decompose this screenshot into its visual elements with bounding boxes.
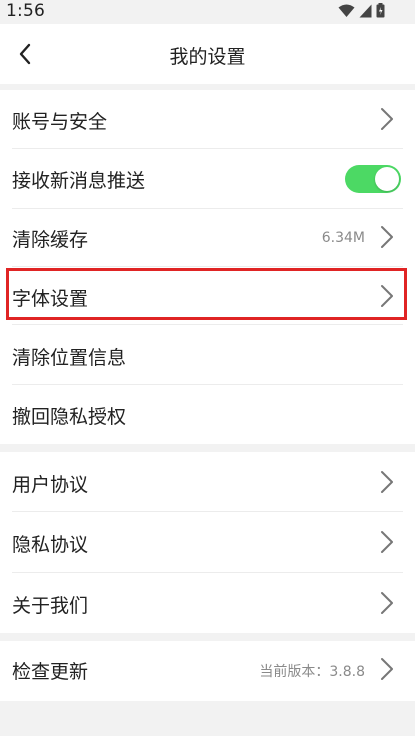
about-us-row[interactable]: 关于我们 bbox=[0, 573, 415, 633]
settings-group-update: 检查更新 当前版本：3.8.8 bbox=[0, 641, 415, 701]
check-update-row[interactable]: 检查更新 当前版本：3.8.8 bbox=[0, 641, 415, 701]
font-settings-row[interactable]: 字体设置 bbox=[0, 267, 415, 325]
chevron-right-icon bbox=[381, 285, 393, 307]
revoke-privacy-row[interactable]: 撤回隐私授权 bbox=[0, 385, 415, 444]
cache-size-value: 6.34M bbox=[321, 230, 365, 246]
row-label: 撤回隐私授权 bbox=[12, 406, 127, 428]
clear-location-row[interactable]: 清除位置信息 bbox=[0, 325, 415, 385]
privacy-agreement-row[interactable]: 隐私协议 bbox=[0, 512, 415, 573]
page-title: 我的设置 bbox=[169, 46, 246, 68]
row-label: 清除位置信息 bbox=[12, 347, 127, 369]
push-notification-toggle[interactable] bbox=[345, 165, 401, 193]
settings-group-legal: 用户协议 隐私协议 关于我们 bbox=[0, 452, 415, 633]
chevron-right-icon bbox=[381, 658, 393, 680]
push-notification-row: 接收新消息推送 bbox=[0, 149, 415, 209]
wifi-icon bbox=[338, 3, 355, 22]
row-label: 接收新消息推送 bbox=[12, 170, 146, 192]
settings-group-main: 账号与安全 接收新消息推送 清除缓存 6.34M 字体设置 清除位置信息 撤回隐… bbox=[0, 90, 415, 444]
clear-cache-row[interactable]: 清除缓存 6.34M bbox=[0, 209, 415, 267]
battery-icon bbox=[376, 3, 385, 22]
row-label: 隐私协议 bbox=[12, 534, 89, 556]
row-label: 检查更新 bbox=[12, 661, 89, 683]
current-version-value: 当前版本：3.8.8 bbox=[259, 664, 365, 680]
toggle-knob bbox=[375, 167, 399, 191]
account-security-row[interactable]: 账号与安全 bbox=[0, 90, 415, 149]
row-label: 关于我们 bbox=[12, 595, 89, 617]
signal-icon bbox=[359, 3, 372, 22]
status-icons bbox=[338, 3, 385, 22]
chevron-right-icon bbox=[381, 592, 393, 614]
row-label: 清除缓存 bbox=[12, 229, 89, 251]
row-label: 用户协议 bbox=[12, 474, 89, 496]
status-bar: 1:56 bbox=[0, 0, 415, 24]
header-bar: 我的设置 bbox=[0, 24, 415, 84]
chevron-right-icon bbox=[381, 531, 393, 553]
status-time: 1:56 bbox=[6, 1, 45, 21]
chevron-right-icon bbox=[381, 471, 393, 493]
chevron-right-icon bbox=[381, 226, 393, 248]
chevron-right-icon bbox=[381, 108, 393, 130]
row-label: 字体设置 bbox=[12, 288, 89, 310]
row-label: 账号与安全 bbox=[12, 111, 108, 133]
user-agreement-row[interactable]: 用户协议 bbox=[0, 452, 415, 512]
